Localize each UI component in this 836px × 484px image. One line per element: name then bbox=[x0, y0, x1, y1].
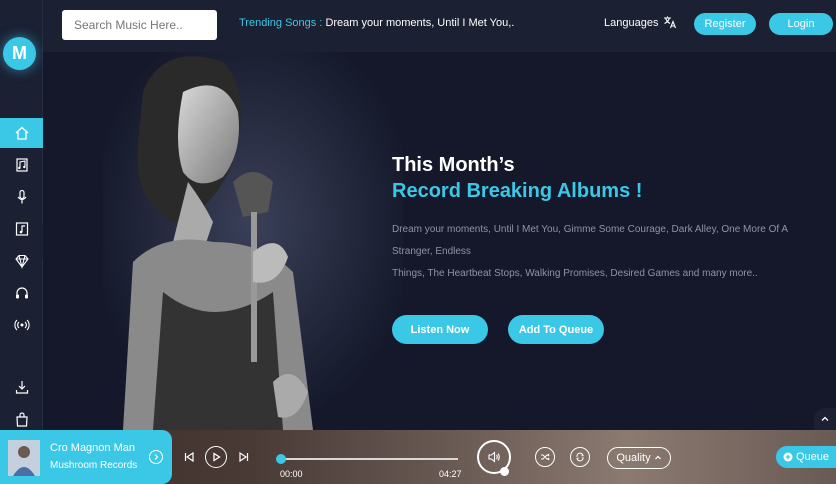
singer-image bbox=[103, 52, 403, 430]
volume-knob[interactable] bbox=[500, 467, 509, 476]
album-art bbox=[8, 440, 40, 476]
diamond-icon bbox=[14, 254, 29, 269]
shuffle-icon bbox=[541, 453, 550, 461]
previous-button[interactable] bbox=[182, 450, 196, 464]
register-button[interactable]: Register bbox=[694, 13, 756, 35]
trending-songs: Trending Songs : Dream your moments, Unt… bbox=[239, 17, 514, 29]
add-to-queue-button[interactable]: Add To Queue bbox=[508, 315, 604, 344]
quality-dropdown[interactable]: Quality bbox=[607, 447, 671, 469]
languages-label[interactable]: Languages bbox=[604, 17, 658, 29]
sidebar-item-stations[interactable] bbox=[0, 310, 43, 340]
queue-plus-icon bbox=[783, 452, 793, 462]
logo-letter: M bbox=[12, 43, 27, 63]
scroll-top-button[interactable] bbox=[814, 408, 836, 430]
hero-subtitle: Record Breaking Albums ! bbox=[392, 180, 643, 202]
total-time: 04:27 bbox=[439, 469, 462, 479]
repeat-button[interactable] bbox=[570, 447, 590, 467]
play-button[interactable] bbox=[205, 446, 227, 468]
radio-icon bbox=[13, 319, 30, 331]
home-icon bbox=[15, 126, 28, 140]
music-player: Cro Magnon Man Mushroom Records 00:00 04… bbox=[0, 430, 836, 484]
music-note-icon bbox=[15, 222, 28, 236]
trending-song-list[interactable]: Dream your moments, Until I Met You,. bbox=[325, 17, 514, 29]
progress-knob[interactable] bbox=[276, 454, 286, 464]
top-header: Trending Songs : Dream your moments, Unt… bbox=[43, 0, 836, 52]
next-button[interactable] bbox=[237, 450, 251, 464]
song-title: Cro Magnon Man bbox=[50, 442, 135, 454]
skip-previous-icon bbox=[184, 451, 194, 463]
hero-description-line: Stranger, Endless bbox=[392, 246, 471, 257]
sidebar-item-albums[interactable] bbox=[0, 150, 43, 180]
chevron-right-icon bbox=[154, 454, 159, 460]
now-playing-panel: Cro Magnon Man Mushroom Records bbox=[0, 430, 172, 484]
login-button[interactable]: Login bbox=[769, 13, 833, 35]
microphone-icon bbox=[17, 189, 26, 204]
queue-button[interactable]: Queue bbox=[776, 446, 836, 468]
hero-description-line: Things, The Heartbeat Stops, Walking Pro… bbox=[392, 268, 758, 279]
song-options-button[interactable] bbox=[149, 450, 163, 464]
listen-now-button[interactable]: Listen Now bbox=[392, 315, 488, 344]
progress-bar[interactable] bbox=[280, 458, 458, 460]
logo[interactable]: M bbox=[3, 37, 36, 70]
translate-icon[interactable] bbox=[663, 15, 677, 29]
skip-next-icon bbox=[239, 451, 249, 463]
hero-description: Dream your moments, Until I Met You, Gim… bbox=[392, 219, 802, 285]
queue-label: Queue bbox=[795, 451, 830, 463]
search-input[interactable] bbox=[62, 10, 217, 40]
sidebar-item-free-music[interactable] bbox=[0, 278, 43, 308]
shuffle-button[interactable] bbox=[535, 447, 555, 467]
hero-title: This Month’s bbox=[392, 154, 515, 176]
current-time: 00:00 bbox=[280, 469, 303, 479]
trending-label: Trending Songs : bbox=[239, 17, 323, 29]
song-artist: Mushroom Records bbox=[50, 460, 138, 471]
headphones-icon bbox=[15, 287, 28, 299]
quality-label: Quality bbox=[616, 452, 651, 464]
chevron-up-icon bbox=[654, 455, 661, 460]
chevron-up-icon bbox=[821, 416, 829, 421]
search-box bbox=[62, 10, 217, 40]
repeat-icon bbox=[576, 452, 584, 462]
sidebar-item-artists[interactable] bbox=[0, 182, 43, 212]
hero-banner: This Month’s Record Breaking Albums ! Dr… bbox=[43, 52, 836, 430]
download-icon bbox=[15, 381, 28, 394]
hero-description-line: Dream your moments, Until I Met You, Gim… bbox=[392, 224, 789, 235]
sidebar: M bbox=[0, 0, 43, 430]
volume-icon bbox=[488, 451, 500, 463]
sidebar-item-downloads[interactable] bbox=[0, 372, 43, 402]
shopping-bag-icon bbox=[15, 412, 28, 427]
play-icon bbox=[213, 452, 221, 462]
albums-icon bbox=[15, 158, 28, 172]
sidebar-item-home[interactable] bbox=[0, 118, 43, 148]
